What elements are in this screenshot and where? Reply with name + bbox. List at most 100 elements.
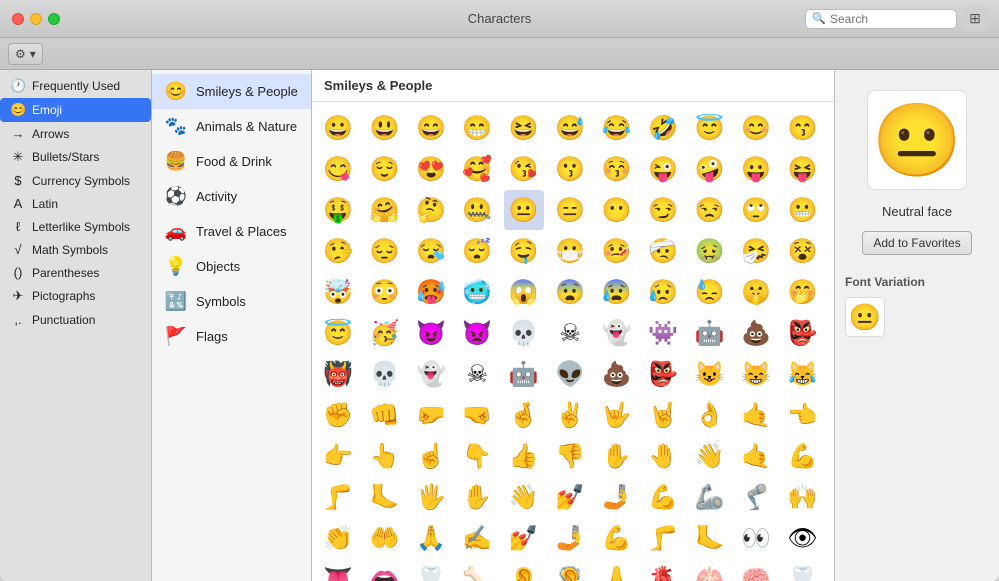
emoji-cell[interactable]: 💩 [597, 354, 637, 394]
maximize-button[interactable] [48, 13, 60, 25]
emoji-cell[interactable]: 😷 [550, 231, 590, 271]
emoji-cell[interactable]: 😌 [364, 149, 404, 189]
emoji-cell[interactable]: 👿 [457, 313, 497, 353]
minimize-button[interactable] [30, 13, 42, 25]
emoji-cell[interactable]: 👻 [597, 313, 637, 353]
emoji-cell[interactable]: 🤧 [736, 231, 776, 271]
emoji-cell[interactable]: 🦷 [411, 559, 451, 581]
emoji-cell[interactable]: 🤥 [318, 231, 358, 271]
emoji-cell[interactable]: 😱 [504, 272, 544, 312]
emoji-cell[interactable]: 😚 [597, 149, 637, 189]
emoji-cell[interactable]: 👍 [504, 436, 544, 476]
emoji-cell[interactable]: 👾 [643, 313, 683, 353]
close-button[interactable] [12, 13, 24, 25]
emoji-cell[interactable]: 👄 [364, 559, 404, 581]
sidebar-item-frequently-used[interactable]: 🕐 Frequently Used [0, 74, 151, 98]
emoji-cell[interactable]: 😹 [783, 354, 823, 394]
cat-item-smileys-people[interactable]: 😊 Smileys & People [152, 74, 311, 109]
emoji-cell[interactable]: 😗 [550, 149, 590, 189]
emoji-cell[interactable]: 😨 [550, 272, 590, 312]
emoji-cell[interactable]: 😀 [318, 108, 358, 148]
search-input[interactable] [830, 12, 950, 26]
sidebar-item-math-symbols[interactable]: √ Math Symbols [0, 238, 151, 261]
emoji-cell[interactable]: 😓 [690, 272, 730, 312]
emoji-cell[interactable]: 👇 [457, 436, 497, 476]
cat-item-food-drink[interactable]: 🍔 Food & Drink [152, 144, 311, 179]
emoji-cell[interactable]: 😍 [411, 149, 451, 189]
emoji-cell[interactable]: 🦵 [643, 518, 683, 558]
emoji-cell[interactable]: 🤯 [318, 272, 358, 312]
emoji-cell[interactable]: 💀 [504, 313, 544, 353]
emoji-cell[interactable]: 🤤 [504, 231, 544, 271]
add-to-favorites-button[interactable]: Add to Favorites [862, 231, 971, 255]
emoji-cell[interactable]: 🤘 [643, 395, 683, 435]
emoji-cell[interactable]: 🦶 [690, 518, 730, 558]
emoji-cell[interactable]: 🤐 [457, 190, 497, 230]
emoji-cell[interactable]: 🤣 [643, 108, 683, 148]
emoji-cell[interactable]: 😵 [783, 231, 823, 271]
emoji-cell[interactable]: 🤖 [504, 354, 544, 394]
emoji-cell[interactable]: 😪 [411, 231, 451, 271]
emoji-cell[interactable]: 💅 [550, 477, 590, 517]
emoji-cell[interactable]: 🥳 [364, 313, 404, 353]
emoji-cell[interactable]: 🙌 [783, 477, 823, 517]
emoji-cell[interactable]: 🦷 [783, 559, 823, 581]
emoji-cell[interactable]: 👂 [504, 559, 544, 581]
sidebar-item-bullets-stars[interactable]: ✳ Bullets/Stars [0, 145, 151, 169]
grid-view-icon[interactable]: ⊞ [963, 7, 987, 31]
sidebar-item-emoji[interactable]: 😊 Emoji [0, 98, 151, 122]
emoji-cell[interactable]: 🥵 [411, 272, 451, 312]
emoji-cell[interactable]: 🤒 [597, 231, 637, 271]
emoji-cell[interactable]: 🤳 [597, 477, 637, 517]
emoji-cell[interactable]: 👹 [318, 354, 358, 394]
emoji-cell[interactable]: 😅 [550, 108, 590, 148]
emoji-cell[interactable]: 😰 [597, 272, 637, 312]
emoji-cell[interactable]: 😝 [783, 149, 823, 189]
emoji-cell[interactable]: 👋 [504, 477, 544, 517]
emoji-cell[interactable]: 🦶 [364, 477, 404, 517]
emoji-cell[interactable]: 👻 [411, 354, 451, 394]
emoji-cell[interactable]: 🤜 [457, 395, 497, 435]
sidebar-item-punctuation[interactable]: ,. Punctuation [0, 308, 151, 331]
emoji-cell[interactable]: ✌ [550, 395, 590, 435]
emoji-cell[interactable]: 🦴 [457, 559, 497, 581]
sidebar-item-pictographs[interactable]: ✈ Pictographs [0, 284, 151, 308]
emoji-cell[interactable]: 😑 [550, 190, 590, 230]
emoji-cell[interactable]: 👏 [318, 518, 358, 558]
sidebar-item-parentheses[interactable]: () Parentheses [0, 261, 151, 284]
emoji-cell[interactable]: 🤪 [690, 149, 730, 189]
emoji-cell[interactable]: 🦿 [736, 477, 776, 517]
emoji-cell[interactable]: 🫁 [690, 559, 730, 581]
emoji-cell[interactable]: 😃 [364, 108, 404, 148]
emoji-cell[interactable]: 👉 [318, 436, 358, 476]
emoji-cell[interactable]: 😙 [783, 108, 823, 148]
emoji-cell[interactable]: 😏 [643, 190, 683, 230]
emoji-cell[interactable]: 💪 [597, 518, 637, 558]
emoji-cell[interactable]: ✋ [457, 477, 497, 517]
emoji-cell[interactable]: 😁 [457, 108, 497, 148]
emoji-cell[interactable]: ✍ [457, 518, 497, 558]
emoji-cell[interactable]: 🥰 [457, 149, 497, 189]
emoji-cell[interactable]: 😬 [783, 190, 823, 230]
emoji-cell[interactable]: 👈 [783, 395, 823, 435]
search-box[interactable]: 🔍 [805, 9, 957, 29]
cat-item-travel-places[interactable]: 🚗 Travel & Places [152, 214, 311, 249]
emoji-cell[interactable]: 👌 [690, 395, 730, 435]
emoji-cell[interactable]: 😥 [643, 272, 683, 312]
emoji-cell[interactable]: 😸 [736, 354, 776, 394]
emoji-cell[interactable]: 🤕 [643, 231, 683, 271]
emoji-cell[interactable]: ☝ [411, 436, 451, 476]
emoji-cell[interactable]: 💩 [736, 313, 776, 353]
emoji-cell[interactable]: 😆 [504, 108, 544, 148]
emoji-cell[interactable]: 💪 [783, 436, 823, 476]
emoji-cell[interactable]: 🤙 [736, 395, 776, 435]
emoji-cell[interactable]: 😶 [597, 190, 637, 230]
emoji-cell[interactable]: 🖐 [411, 477, 451, 517]
emoji-cell[interactable]: 👺 [643, 354, 683, 394]
emoji-cell[interactable]: 🧠 [736, 559, 776, 581]
emoji-cell[interactable]: 👃 [597, 559, 637, 581]
emoji-cell[interactable]: 🦵 [318, 477, 358, 517]
emoji-cell[interactable]: 🤟 [597, 395, 637, 435]
emoji-cell[interactable]: 😒 [690, 190, 730, 230]
emoji-cell[interactable]: 🤑 [318, 190, 358, 230]
